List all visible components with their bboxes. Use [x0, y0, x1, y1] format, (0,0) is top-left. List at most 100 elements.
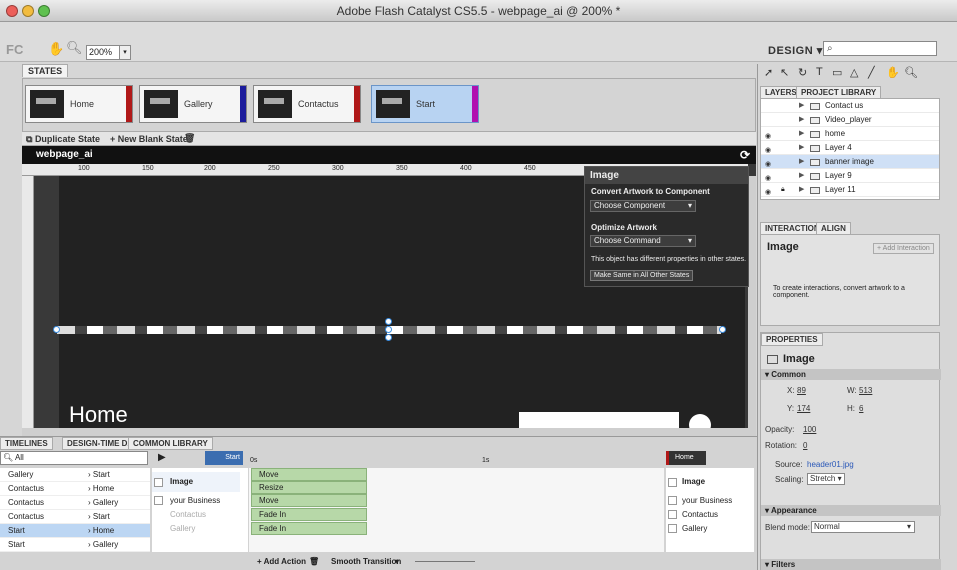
trash-icon[interactable]: 🗑︎	[309, 555, 319, 569]
expand-arrow-icon[interactable]: ▶	[799, 183, 804, 197]
zoom-tool-icon[interactable]: 🔍︎	[66, 40, 83, 56]
timelines-tab[interactable]: TIMELINES	[0, 437, 53, 450]
layer-row[interactable]: ◉ ▶ home	[761, 127, 939, 141]
layer-row[interactable]: ◉ 🔒︎ ▶ Layer 11	[761, 183, 939, 197]
object-row[interactable]: Image	[666, 472, 754, 492]
layer-row[interactable]: ◉ ▶ Layer 9	[761, 169, 939, 183]
state-card-home[interactable]: Home	[25, 85, 133, 123]
play-icon[interactable]: ▶	[158, 452, 166, 463]
search-input[interactable]: ⌕	[823, 41, 937, 56]
appearance-section-header[interactable]: ▾ Appearance	[761, 505, 941, 516]
source-value[interactable]: header01.jpg	[807, 460, 854, 469]
layer-row[interactable]: ◉ ▶ Layer 4	[761, 141, 939, 155]
action-bar[interactable]: Move	[251, 494, 367, 507]
object-checkbox[interactable]	[668, 496, 677, 505]
object-row[interactable]: your Business	[666, 494, 754, 508]
transition-row[interactable]: Contactus › Start	[0, 510, 150, 524]
state-card-contactus[interactable]: Contactus	[253, 85, 361, 123]
lock-icon[interactable]: 🔒︎	[781, 183, 785, 197]
add-action-button[interactable]: + Add Action	[257, 555, 306, 569]
make-same-button[interactable]: Make Same in All Other States	[590, 270, 694, 281]
filters-section-header[interactable]: ▾ Filters	[761, 559, 941, 570]
transition-row[interactable]: Gallery › Start	[0, 468, 150, 482]
object-checkbox[interactable]	[668, 524, 677, 533]
zoom-tool-icon[interactable]: 🔍︎	[904, 66, 918, 79]
common-library-tab[interactable]: COMMON LIBRARY	[128, 437, 213, 450]
vertical-scrollbar[interactable]	[748, 176, 756, 428]
object-row[interactable]: Contactus	[152, 508, 240, 522]
rotate-tool-icon[interactable]: ↻	[798, 66, 807, 79]
hand-tool-icon[interactable]: ✋	[48, 41, 64, 57]
select-tool-icon[interactable]: ➚	[764, 66, 773, 79]
h-value[interactable]: 6	[859, 404, 863, 413]
shape-tool-icon[interactable]: △	[850, 66, 858, 79]
selection-handle[interactable]	[385, 334, 392, 341]
smooth-transition-button[interactable]: Smooth Transition	[331, 555, 401, 569]
properties-tab[interactable]: PROPERTIES	[761, 333, 823, 346]
selection-handle[interactable]	[385, 318, 392, 325]
line-tool-icon[interactable]: ╱	[868, 66, 875, 79]
new-blank-state-button[interactable]: + New Blank State	[110, 134, 188, 144]
object-row[interactable]: Gallery	[152, 522, 240, 536]
x-value[interactable]: 89	[797, 386, 806, 395]
object-checkbox[interactable]	[668, 510, 677, 519]
refresh-icon[interactable]: ⟳	[740, 146, 750, 164]
rotation-value[interactable]: 0	[803, 441, 807, 450]
transition-row-selected[interactable]: Start › Home	[0, 524, 150, 538]
hand-tool-icon[interactable]: ✋	[886, 66, 900, 79]
eye-icon[interactable]: ◉	[765, 186, 771, 200]
object-row[interactable]: Contactus	[666, 508, 754, 522]
transition-row[interactable]: Contactus › Home	[0, 482, 150, 496]
y-value[interactable]: 174	[797, 404, 810, 413]
expand-arrow-icon[interactable]: ▶	[799, 99, 804, 113]
blend-mode-dropdown[interactable]: Normal ▾	[811, 521, 915, 533]
object-row[interactable]: your Business	[152, 494, 240, 508]
object-row[interactable]: Gallery	[666, 522, 754, 536]
workspace-switcher[interactable]: DESIGN ▾	[768, 44, 823, 57]
action-bar[interactable]: Fade In	[251, 522, 367, 535]
selection-handle[interactable]	[53, 326, 60, 333]
horizontal-scrollbar[interactable]	[22, 428, 756, 436]
object-checkbox[interactable]	[668, 478, 677, 487]
delete-state-icon[interactable]: 🗑︎	[184, 133, 195, 144]
transition-row[interactable]: Contactus › Gallery	[0, 496, 150, 510]
chevron-down-icon[interactable]: ▾	[395, 555, 399, 569]
states-tab[interactable]: STATES	[22, 64, 69, 77]
object-row[interactable]: Image	[152, 472, 240, 492]
w-value[interactable]: 513	[859, 386, 872, 395]
layer-row[interactable]: ▶ Contact us	[761, 99, 939, 113]
text-tool-icon[interactable]: T	[816, 66, 823, 78]
object-checkbox[interactable]	[154, 478, 163, 487]
zoom-window-button[interactable]	[38, 5, 50, 17]
layer-row[interactable]: ▶ Video_player	[761, 113, 939, 127]
expand-arrow-icon[interactable]: ▶	[799, 169, 804, 183]
scaling-dropdown[interactable]: Stretch ▾	[807, 473, 845, 485]
direct-select-tool-icon[interactable]: ↖	[780, 66, 789, 79]
action-bar[interactable]: Move	[251, 468, 367, 481]
state-card-gallery[interactable]: Gallery	[139, 85, 247, 123]
close-window-button[interactable]	[6, 5, 18, 17]
zoom-dropdown-button[interactable]: ▾	[119, 45, 131, 60]
state-filter-dropdown[interactable]: 🔍︎ All	[0, 451, 148, 465]
document-tab[interactable]: webpage_ai ⟳	[22, 146, 756, 164]
opacity-value[interactable]: 100	[803, 425, 816, 434]
expand-arrow-icon[interactable]: ▶	[799, 155, 804, 169]
zoom-level-field[interactable]: 200%	[86, 45, 120, 60]
action-bar[interactable]: Resize	[251, 481, 367, 494]
action-bar[interactable]: Fade In	[251, 508, 367, 521]
selection-handle[interactable]	[719, 326, 726, 333]
timeline-zoom-slider[interactable]	[415, 561, 475, 562]
minimize-window-button[interactable]	[22, 5, 34, 17]
expand-arrow-icon[interactable]: ▶	[799, 113, 804, 127]
expand-arrow-icon[interactable]: ▶	[799, 141, 804, 155]
object-checkbox[interactable]	[154, 496, 163, 505]
rectangle-tool-icon[interactable]: ▭	[832, 66, 842, 79]
layer-row-selected[interactable]: ◉ ▶ banner image	[761, 155, 939, 169]
common-section-header[interactable]: ▾ Common	[761, 369, 941, 380]
transition-row[interactable]: Start › Gallery	[0, 538, 150, 552]
choose-component-dropdown[interactable]: Choose Component	[590, 200, 696, 212]
selection-handle[interactable]	[385, 326, 392, 333]
choose-command-dropdown[interactable]: Choose Command	[590, 235, 696, 247]
expand-arrow-icon[interactable]: ▶	[799, 127, 804, 141]
state-card-start[interactable]: Start	[371, 85, 479, 123]
